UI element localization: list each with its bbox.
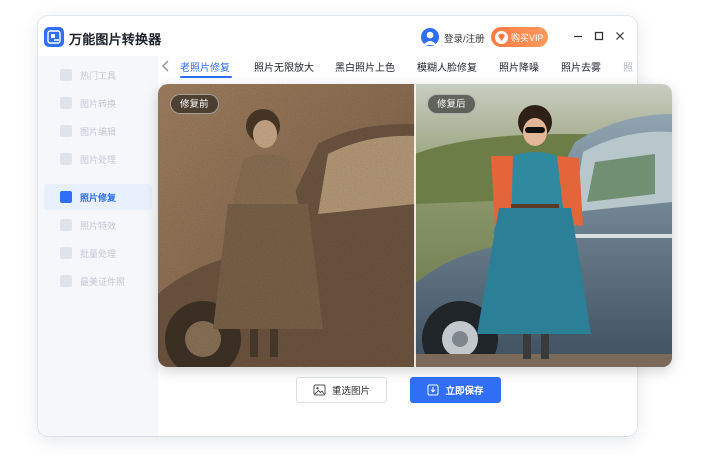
active-tab-indicator xyxy=(180,76,232,78)
maximize-icon[interactable] xyxy=(593,30,605,42)
tab-denoise[interactable]: 照片降噪 xyxy=(499,59,539,74)
app-title: 万能图片转换器 xyxy=(69,32,162,47)
id-photo-icon xyxy=(60,275,72,287)
sidebar-item-image-process[interactable]: 图片处理 xyxy=(44,146,152,172)
login-register-link[interactable]: 登录/注册 xyxy=(444,31,485,45)
sidebar: 热门工具 图片转换 图片编辑 图片处理 照片修复 照片特效 批量处理 最美证件照 xyxy=(38,56,158,436)
save-now-button[interactable]: 立即保存 xyxy=(410,377,501,403)
close-icon[interactable] xyxy=(614,30,626,42)
photo-effects-icon xyxy=(60,219,72,231)
title-bar: 万能图片转换器 登录/注册 购买VIP xyxy=(38,16,637,56)
sidebar-item-label: 最美证件照 xyxy=(80,276,126,287)
sidebar-item-label: 图片编辑 xyxy=(80,126,117,137)
sidebar-item-label: 图片转换 xyxy=(80,98,117,109)
tab-overflow[interactable]: 照 xyxy=(623,59,637,74)
vip-diamond-icon xyxy=(495,30,508,44)
user-avatar-icon[interactable] xyxy=(421,28,439,46)
image-process-icon xyxy=(60,153,72,165)
sidebar-item-id-photo[interactable]: 最美证件照 xyxy=(44,268,152,294)
after-image: 修复后 xyxy=(415,84,672,367)
tab-face-repair[interactable]: 模糊人脸修复 xyxy=(417,59,477,74)
reselect-image-button[interactable]: 重选图片 xyxy=(296,377,387,403)
photo-repair-icon xyxy=(60,191,72,203)
app-logo-icon xyxy=(44,27,64,47)
tab-colorize[interactable]: 黑白照片上色 xyxy=(335,59,395,74)
sidebar-item-batch-process[interactable]: 批量处理 xyxy=(44,240,152,266)
sidebar-item-label: 批量处理 xyxy=(80,248,117,259)
before-after-compare[interactable]: 修复前 修复后 xyxy=(158,84,672,367)
after-label: 修复后 xyxy=(427,94,476,114)
sidebar-item-label: 照片特效 xyxy=(80,220,117,231)
batch-process-icon xyxy=(60,247,72,259)
image-icon xyxy=(313,384,326,396)
hot-tools-icon xyxy=(60,69,72,81)
buy-vip-label: 购买VIP xyxy=(511,32,544,43)
tab-old-photo-repair[interactable]: 老照片修复 xyxy=(180,59,230,74)
sidebar-item-label: 热门工具 xyxy=(80,70,117,81)
tab-scroll-left-icon[interactable] xyxy=(160,58,172,74)
compare-divider[interactable] xyxy=(414,84,416,367)
sidebar-item-label: 图片处理 xyxy=(80,154,117,165)
sidebar-item-image-edit[interactable]: 图片编辑 xyxy=(44,118,152,144)
image-convert-icon xyxy=(60,97,72,109)
sidebar-item-photo-effects[interactable]: 照片特效 xyxy=(44,212,152,238)
tab-dehaze[interactable]: 照片去雾 xyxy=(561,59,601,74)
save-now-label: 立即保存 xyxy=(445,386,484,397)
before-label: 修复前 xyxy=(170,94,219,114)
image-edit-icon xyxy=(60,125,72,137)
sidebar-item-image-convert[interactable]: 图片转换 xyxy=(44,90,152,116)
minimize-icon[interactable] xyxy=(572,30,584,42)
save-download-icon xyxy=(427,384,439,396)
tab-photo-upscale[interactable]: 照片无限放大 xyxy=(254,59,314,74)
buy-vip-button[interactable]: 购买VIP xyxy=(491,27,548,47)
sidebar-item-photo-repair[interactable]: 照片修复 xyxy=(44,184,152,210)
reselect-image-label: 重选图片 xyxy=(331,386,370,397)
sidebar-item-hot-tools[interactable]: 热门工具 xyxy=(44,62,152,88)
sidebar-item-label: 照片修复 xyxy=(80,192,117,203)
before-image: 修复前 xyxy=(158,84,415,367)
